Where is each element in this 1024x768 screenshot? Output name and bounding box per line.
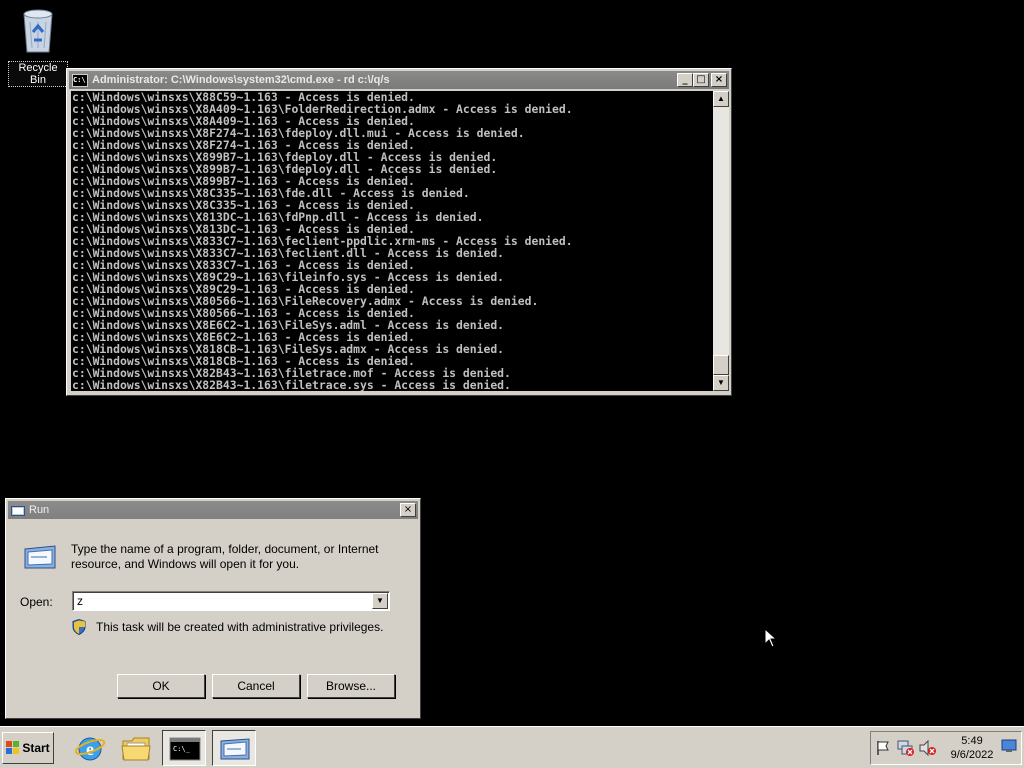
console-output[interactable]: c:\Windows\winsxs\X88C59~1.163 - Access … <box>71 91 713 391</box>
taskbar: Start e C:\_ 5:49 9/6/2022 <box>0 726 1024 768</box>
action-center-flag-icon[interactable] <box>875 740 891 756</box>
run-program-icon <box>220 738 250 760</box>
clock-time: 5:49 <box>961 735 983 747</box>
volume-muted-icon[interactable] <box>919 740 937 756</box>
run-dialog-title: Run <box>29 504 50 516</box>
open-input[interactable] <box>77 593 367 609</box>
mouse-cursor-icon <box>764 628 778 648</box>
start-label: Start <box>22 741 50 755</box>
browse-button[interactable]: Browse... <box>307 674 395 698</box>
run-close-button[interactable]: × <box>400 503 416 517</box>
internet-explorer-icon: e <box>74 737 106 761</box>
combo-dropdown-button[interactable]: ▼ <box>372 593 388 609</box>
scroll-up-button[interactable]: ▲ <box>713 91 729 107</box>
recycle-bin-label: Recycle Bin <box>8 61 68 87</box>
open-combobox[interactable]: ▼ <box>72 591 390 611</box>
cmd-titlebar[interactable]: C:\ Administrator: C:\Windows\system32\c… <box>69 71 729 89</box>
scroll-thumb[interactable] <box>713 355 729 375</box>
taskbar-internet-explorer[interactable]: e <box>68 730 112 766</box>
system-tray: 5:49 9/6/2022 <box>870 731 1022 765</box>
run-dialog[interactable]: Run × Type the name of a program, folder… <box>5 498 421 719</box>
cmd-app-icon: C:\ <box>72 73 88 87</box>
taskbar-clock[interactable]: 5:49 9/6/2022 <box>947 734 997 762</box>
windows-logo-icon <box>6 741 20 754</box>
start-button[interactable]: Start <box>2 732 54 764</box>
console-text: c:\Windows\winsxs\X88C59~1.163 - Access … <box>71 91 713 391</box>
open-label: Open: <box>20 595 53 609</box>
run-description: Type the name of a program, folder, docu… <box>71 542 379 571</box>
run-program-icon <box>24 545 56 569</box>
taskbar-explorer[interactable] <box>114 730 158 766</box>
ok-button[interactable]: OK <box>117 674 205 698</box>
cmd-window-title: Administrator: C:\Windows\system32\cmd.e… <box>92 74 390 86</box>
recycle-bin-icon <box>23 9 53 53</box>
taskbar-cmd[interactable]: C:\_ <box>162 730 206 766</box>
minimize-button[interactable]: _ <box>677 73 693 87</box>
taskbar-run[interactable] <box>212 730 256 766</box>
network-disconnected-icon[interactable] <box>897 740 915 756</box>
run-app-icon <box>11 505 25 516</box>
clock-date: 9/6/2022 <box>950 749 994 761</box>
recycle-bin-desktop-icon[interactable]: Recycle Bin <box>8 6 68 87</box>
vertical-scrollbar[interactable]: ▲ ▼ <box>713 91 729 391</box>
folder-icon <box>121 737 151 761</box>
admin-privileges-note: This task will be created with administr… <box>96 620 384 634</box>
close-button[interactable]: × <box>711 73 727 87</box>
console-line: c:\Windows\winsxs\X82B43~1.163\filetrace… <box>72 378 511 391</box>
scroll-down-button[interactable]: ▼ <box>713 375 729 391</box>
cmd-window[interactable]: C:\ Administrator: C:\Windows\system32\c… <box>66 68 732 396</box>
command-prompt-icon: C:\_ <box>169 737 201 761</box>
run-titlebar[interactable]: Run × <box>8 501 418 519</box>
uac-shield-icon <box>72 619 86 635</box>
svg-text:C:\_: C:\_ <box>173 745 191 753</box>
maximize-button[interactable]: □ <box>693 73 709 87</box>
show-desktop-icon[interactable] <box>1001 738 1017 754</box>
cancel-button[interactable]: Cancel <box>212 674 300 698</box>
